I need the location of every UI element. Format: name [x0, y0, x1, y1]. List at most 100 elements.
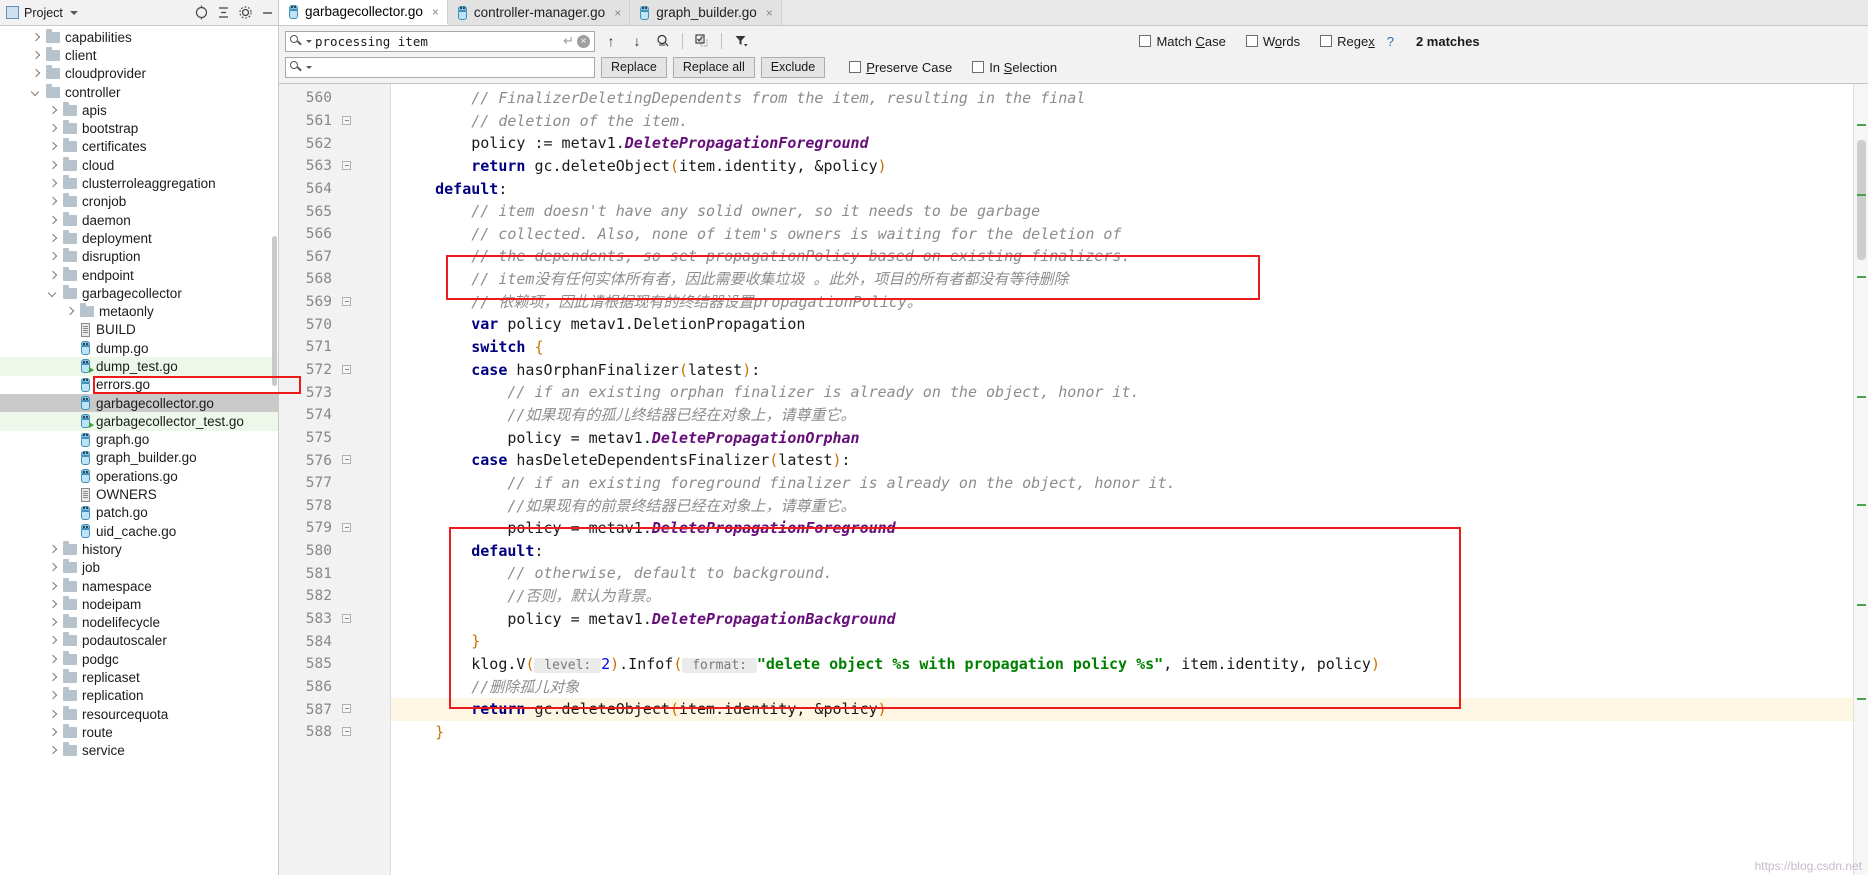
tree-item-client[interactable]: client [0, 46, 278, 64]
close-icon[interactable]: × [614, 6, 621, 20]
vertical-scrollbar-thumb[interactable] [1857, 140, 1866, 260]
gutter-line[interactable]: 581 [279, 562, 390, 585]
gutter-line[interactable]: 575 [279, 427, 390, 450]
code-area[interactable]: 560 561 562 563 564 565 566 567 568 569 570 571 572 5… [279, 84, 1868, 875]
chevron-down-icon[interactable] [46, 287, 59, 300]
marker-stripe[interactable] [1857, 194, 1866, 196]
marker-stripe[interactable] [1857, 124, 1866, 126]
chevron-right-icon[interactable] [46, 744, 59, 757]
line-number-gutter[interactable]: 560 561 562 563 564 565 566 567 568 569 570 571 572 5… [279, 84, 391, 875]
fold-toggle-icon[interactable] [332, 721, 390, 744]
tree-item-uid-cache-go[interactable]: uid_cache.go [0, 522, 278, 540]
chevron-right-icon[interactable] [29, 31, 42, 44]
select-all-occurrences-icon[interactable] [692, 31, 712, 51]
tree-item-dump-go[interactable]: dump.go [0, 339, 278, 357]
find-previous-button[interactable]: ↑ [601, 31, 621, 51]
tree-item-metaonly[interactable]: metaonly [0, 302, 278, 320]
chevron-right-icon[interactable] [46, 616, 59, 629]
replace-history-chevron-icon[interactable] [306, 65, 312, 69]
chevron-right-icon[interactable] [46, 708, 59, 721]
code-line[interactable]: case hasOrphanFinalizer(latest): [391, 359, 1853, 382]
tree-item-build[interactable]: BUILD [0, 321, 278, 339]
chevron-right-icon[interactable] [46, 671, 59, 684]
collapse-all-icon[interactable] [212, 2, 234, 24]
code-line[interactable]: // if an existing foreground finalizer i… [391, 472, 1853, 495]
tree-item-service[interactable]: service [0, 742, 278, 760]
minimize-icon[interactable] [256, 2, 278, 24]
gutter-line[interactable]: 573 [279, 381, 390, 404]
search-field-wrapper[interactable]: processing item ↵ × [285, 30, 595, 52]
gutter-line[interactable]: 585 [279, 653, 390, 676]
tree-item-garbagecollector-test-go[interactable]: garbagecollector_test.go [0, 412, 278, 431]
chevron-right-icon[interactable] [46, 653, 59, 666]
marker-stripe[interactable] [1857, 276, 1866, 278]
gutter-line[interactable]: 572 [279, 359, 390, 382]
gutter-line[interactable]: 579 [279, 517, 390, 540]
replace-all-button[interactable]: Replace all [672, 56, 755, 78]
marker-stripe[interactable] [1857, 396, 1866, 398]
code-line[interactable]: case hasDeleteDependentsFinalizer(latest… [391, 449, 1853, 472]
fold-toggle-icon[interactable] [332, 517, 390, 540]
gear-icon[interactable] [234, 2, 256, 24]
gutter-line[interactable]: 561 [279, 110, 390, 133]
tree-item-cloud[interactable]: cloud [0, 156, 278, 174]
gutter-line[interactable]: 582 [279, 585, 390, 608]
close-icon[interactable]: × [432, 5, 439, 19]
editor-tab[interactable]: graph_builder.go × [630, 0, 782, 25]
fold-toggle-icon[interactable] [332, 359, 390, 382]
chevron-down-icon[interactable] [29, 86, 42, 99]
code-line[interactable]: // otherwise, default to background. [391, 562, 1853, 585]
chevron-right-icon[interactable] [46, 104, 59, 117]
chevron-right-icon[interactable] [46, 140, 59, 153]
fold-toggle-icon[interactable] [332, 291, 390, 314]
tree-item-errors-go[interactable]: errors.go [0, 376, 278, 394]
gutter-line[interactable]: 586 [279, 676, 390, 699]
gutter-line[interactable]: 560 [279, 87, 390, 110]
gutter-line[interactable]: 587 [279, 698, 390, 721]
search-history-chevron-icon[interactable] [306, 39, 312, 43]
tree-scrollbar-thumb[interactable] [272, 236, 277, 386]
code-content[interactable]: // FinalizerDeletingDependents from the … [391, 84, 1853, 875]
code-line[interactable]: //如果现有的孤儿终结器已经在对象上，请尊重它。 [391, 404, 1853, 427]
code-line[interactable]: return gc.deleteObject(item.identity, &p… [391, 155, 1853, 178]
words-option[interactable]: Words [1245, 34, 1300, 49]
gutter-line[interactable]: 570 [279, 313, 390, 336]
gutter-line[interactable]: 569 [279, 291, 390, 314]
tree-item-graph-builder-go[interactable]: graph_builder.go [0, 449, 278, 467]
tree-item-replicaset[interactable]: replicaset [0, 668, 278, 686]
gutter-line[interactable]: 588 [279, 721, 390, 744]
tree-item-garbagecollector[interactable]: garbagecollector [0, 284, 278, 302]
tree-item-history[interactable]: history [0, 540, 278, 558]
project-panel-title[interactable]: Project [6, 6, 78, 20]
tree-item-endpoint[interactable]: endpoint [0, 266, 278, 284]
tree-item-deployment[interactable]: deployment [0, 229, 278, 247]
code-line[interactable]: // FinalizerDeletingDependents from the … [391, 87, 1853, 110]
editor-tab[interactable]: garbagecollector.go × [279, 0, 448, 25]
tree-item-podautoscaler[interactable]: podautoscaler [0, 632, 278, 650]
tree-item-route[interactable]: route [0, 723, 278, 741]
project-tree[interactable]: capabilities client cloudprovider controlle… [0, 26, 279, 875]
tree-item-nodeipam[interactable]: nodeipam [0, 595, 278, 613]
chevron-right-icon[interactable] [46, 195, 59, 208]
tree-item-owners[interactable]: OWNERS [0, 485, 278, 503]
search-input[interactable]: processing item [315, 34, 560, 49]
chevron-right-icon[interactable] [46, 232, 59, 245]
code-line[interactable]: // deletion of the item. [391, 110, 1853, 133]
chevron-right-icon[interactable] [46, 159, 59, 172]
tree-item-podgc[interactable]: podgc [0, 650, 278, 668]
gutter-line[interactable]: 574 [279, 404, 390, 427]
regex-help-icon[interactable]: ? [1387, 34, 1394, 49]
clear-search-icon[interactable]: × [577, 34, 590, 48]
code-line[interactable]: // collected. Also, none of item's owner… [391, 223, 1853, 246]
gutter-line[interactable]: 578 [279, 495, 390, 518]
chevron-right-icon[interactable] [46, 726, 59, 739]
chevron-right-icon[interactable] [46, 543, 59, 556]
code-line[interactable]: default: [391, 178, 1853, 201]
code-line[interactable]: // 依赖项，因此请根据现有的终结器设置propagationPolicy。 [391, 291, 1853, 314]
match-case-option[interactable]: Match Case [1139, 34, 1226, 49]
tree-item-job[interactable]: job [0, 559, 278, 577]
code-line[interactable]: } [391, 630, 1853, 653]
tree-item-controller[interactable]: controller [0, 83, 278, 101]
preserve-case-option[interactable]: Preserve Case [849, 60, 952, 75]
gutter-line[interactable]: 567 [279, 245, 390, 268]
